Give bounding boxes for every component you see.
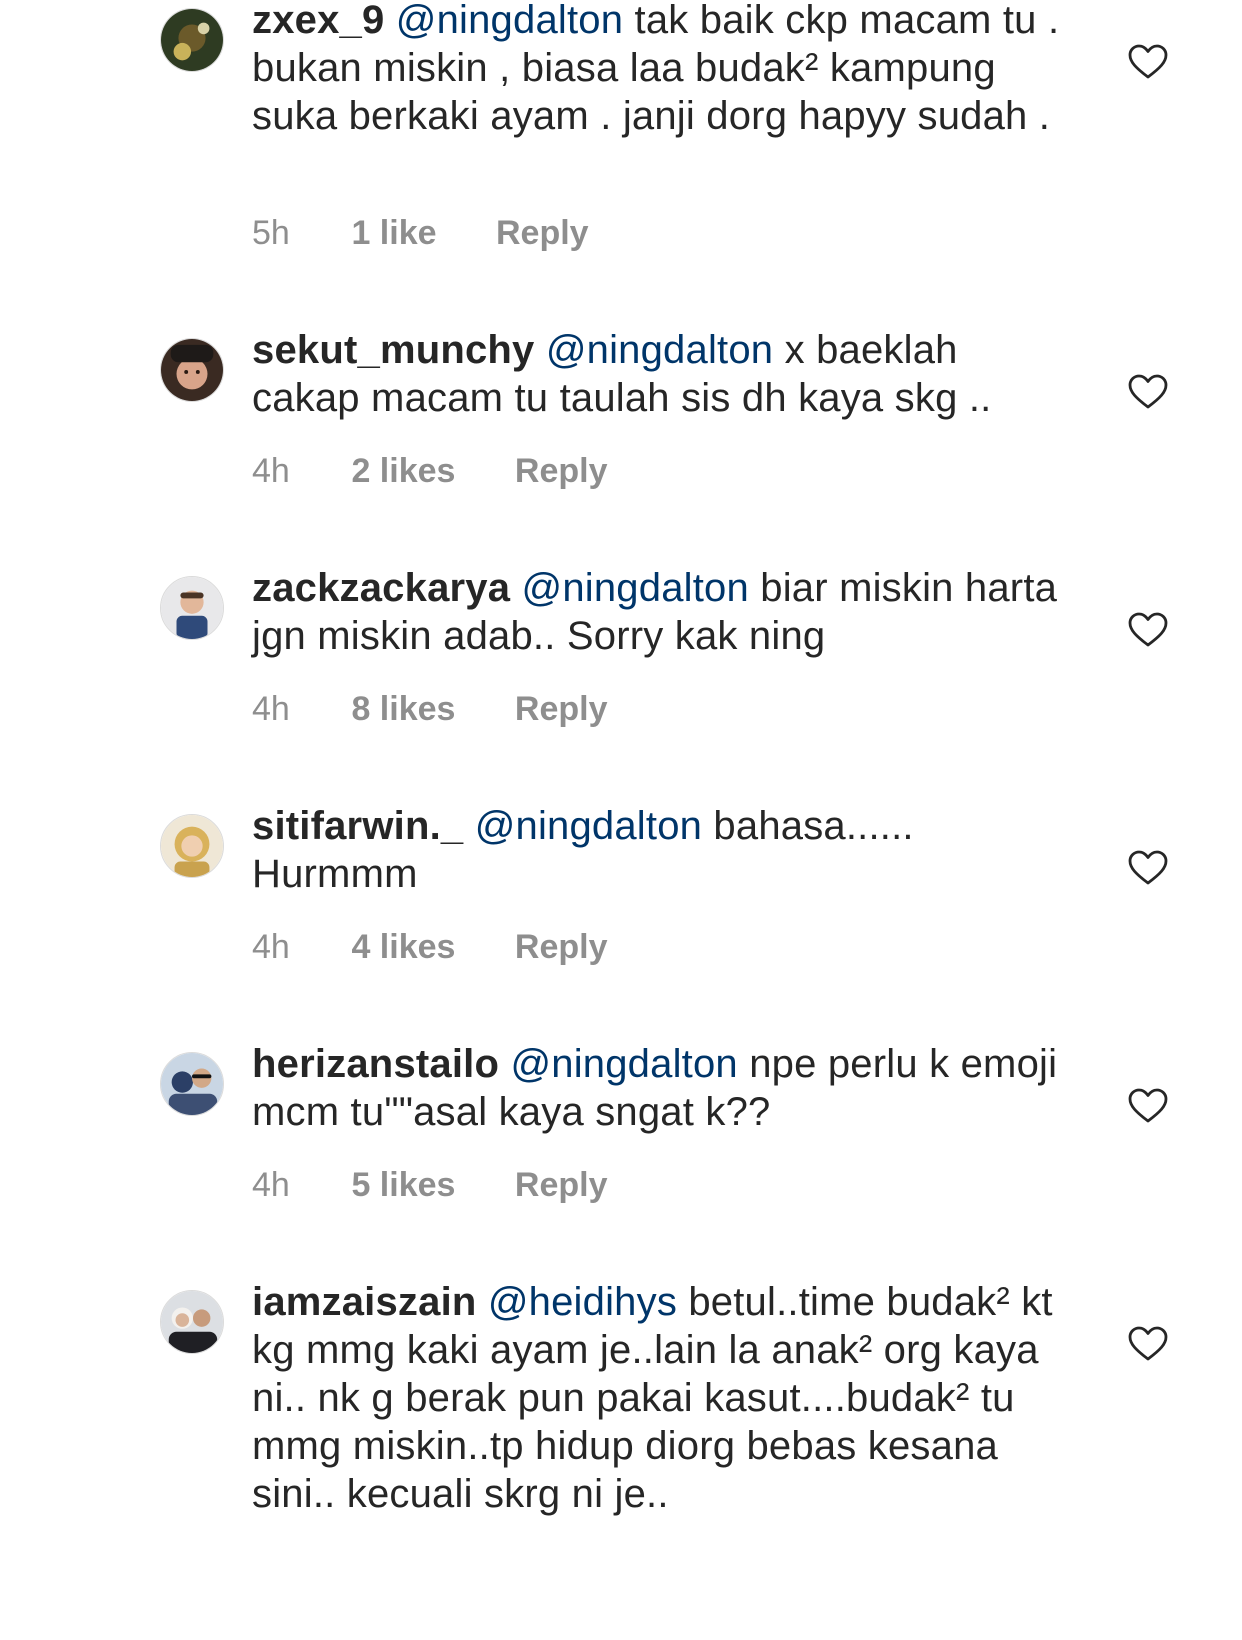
comment-likes[interactable]: 2 likes xyxy=(351,451,455,491)
comment-meta: 5h 1 like Reply xyxy=(252,213,589,253)
comment-meta: 4h 4 likes Reply xyxy=(252,927,607,967)
comment-text: sekut_munchy @ningdalton x baeklah cakap… xyxy=(252,326,1072,422)
comment-mention[interactable]: @heidihys xyxy=(488,1280,677,1324)
comment-meta: 4h 8 likes Reply xyxy=(252,689,607,729)
reply-button[interactable]: Reply xyxy=(496,213,589,253)
comment-username[interactable]: iamzaiszain xyxy=(252,1280,477,1324)
comment-text: iamzaiszain @heidihys betul..time budak²… xyxy=(252,1278,1072,1518)
heart-outline-icon[interactable] xyxy=(1128,1088,1168,1124)
comment-time: 4h xyxy=(252,1166,290,1204)
comment-meta: 4h 2 likes Reply xyxy=(252,451,607,491)
comment-time: 4h xyxy=(252,928,290,966)
heart-outline-icon[interactable] xyxy=(1128,850,1168,886)
comment-likes[interactable]: 4 likes xyxy=(351,927,455,967)
reply-button[interactable]: Reply xyxy=(515,451,608,491)
reply-button[interactable]: Reply xyxy=(515,927,608,967)
comment-text: zxex_9 @ningdalton tak baik ckp macam tu… xyxy=(252,0,1072,140)
comment-username[interactable]: sitifarwin._ xyxy=(252,804,463,848)
avatar[interactable] xyxy=(160,1290,224,1354)
comment-mention[interactable]: @ningdalton xyxy=(522,566,749,610)
comment-likes[interactable]: 1 like xyxy=(351,213,436,253)
heart-outline-icon[interactable] xyxy=(1128,1326,1168,1362)
comment-likes[interactable]: 5 likes xyxy=(351,1165,455,1205)
heart-outline-icon[interactable] xyxy=(1128,374,1168,410)
heart-outline-icon[interactable] xyxy=(1128,612,1168,648)
avatar[interactable] xyxy=(160,1052,224,1116)
comment-time: 4h xyxy=(252,690,290,728)
comment-username[interactable]: zackzackarya xyxy=(252,566,510,610)
comment-username[interactable]: herizanstailo xyxy=(252,1042,499,1086)
avatar[interactable] xyxy=(160,8,224,72)
avatar[interactable] xyxy=(160,576,224,640)
comment-likes[interactable]: 8 likes xyxy=(351,689,455,729)
comment-mention[interactable]: @ningdalton xyxy=(475,804,702,848)
comment-time: 4h xyxy=(252,452,290,490)
comment-text: zackzackarya @ningdalton biar miskin har… xyxy=(252,564,1072,660)
avatar[interactable] xyxy=(160,338,224,402)
comment-mention[interactable]: @ningdalton xyxy=(546,328,773,372)
comment-time: 5h xyxy=(252,214,290,252)
reply-button[interactable]: Reply xyxy=(515,689,608,729)
comment-username[interactable]: zxex_9 xyxy=(252,0,384,42)
avatar[interactable] xyxy=(160,814,224,878)
reply-button[interactable]: Reply xyxy=(515,1165,608,1205)
comment-text: sitifarwin._ @ningdalton bahasa...... Hu… xyxy=(252,802,1072,898)
heart-outline-icon[interactable] xyxy=(1128,44,1168,80)
comment-mention[interactable]: @ningdalton xyxy=(396,0,623,42)
comment-mention[interactable]: @ningdalton xyxy=(510,1042,737,1086)
comment-text: herizanstailo @ningdalton npe perlu k em… xyxy=(252,1040,1072,1136)
comment-meta: 4h 5 likes Reply xyxy=(252,1165,607,1205)
comment-username[interactable]: sekut_munchy xyxy=(252,328,535,372)
